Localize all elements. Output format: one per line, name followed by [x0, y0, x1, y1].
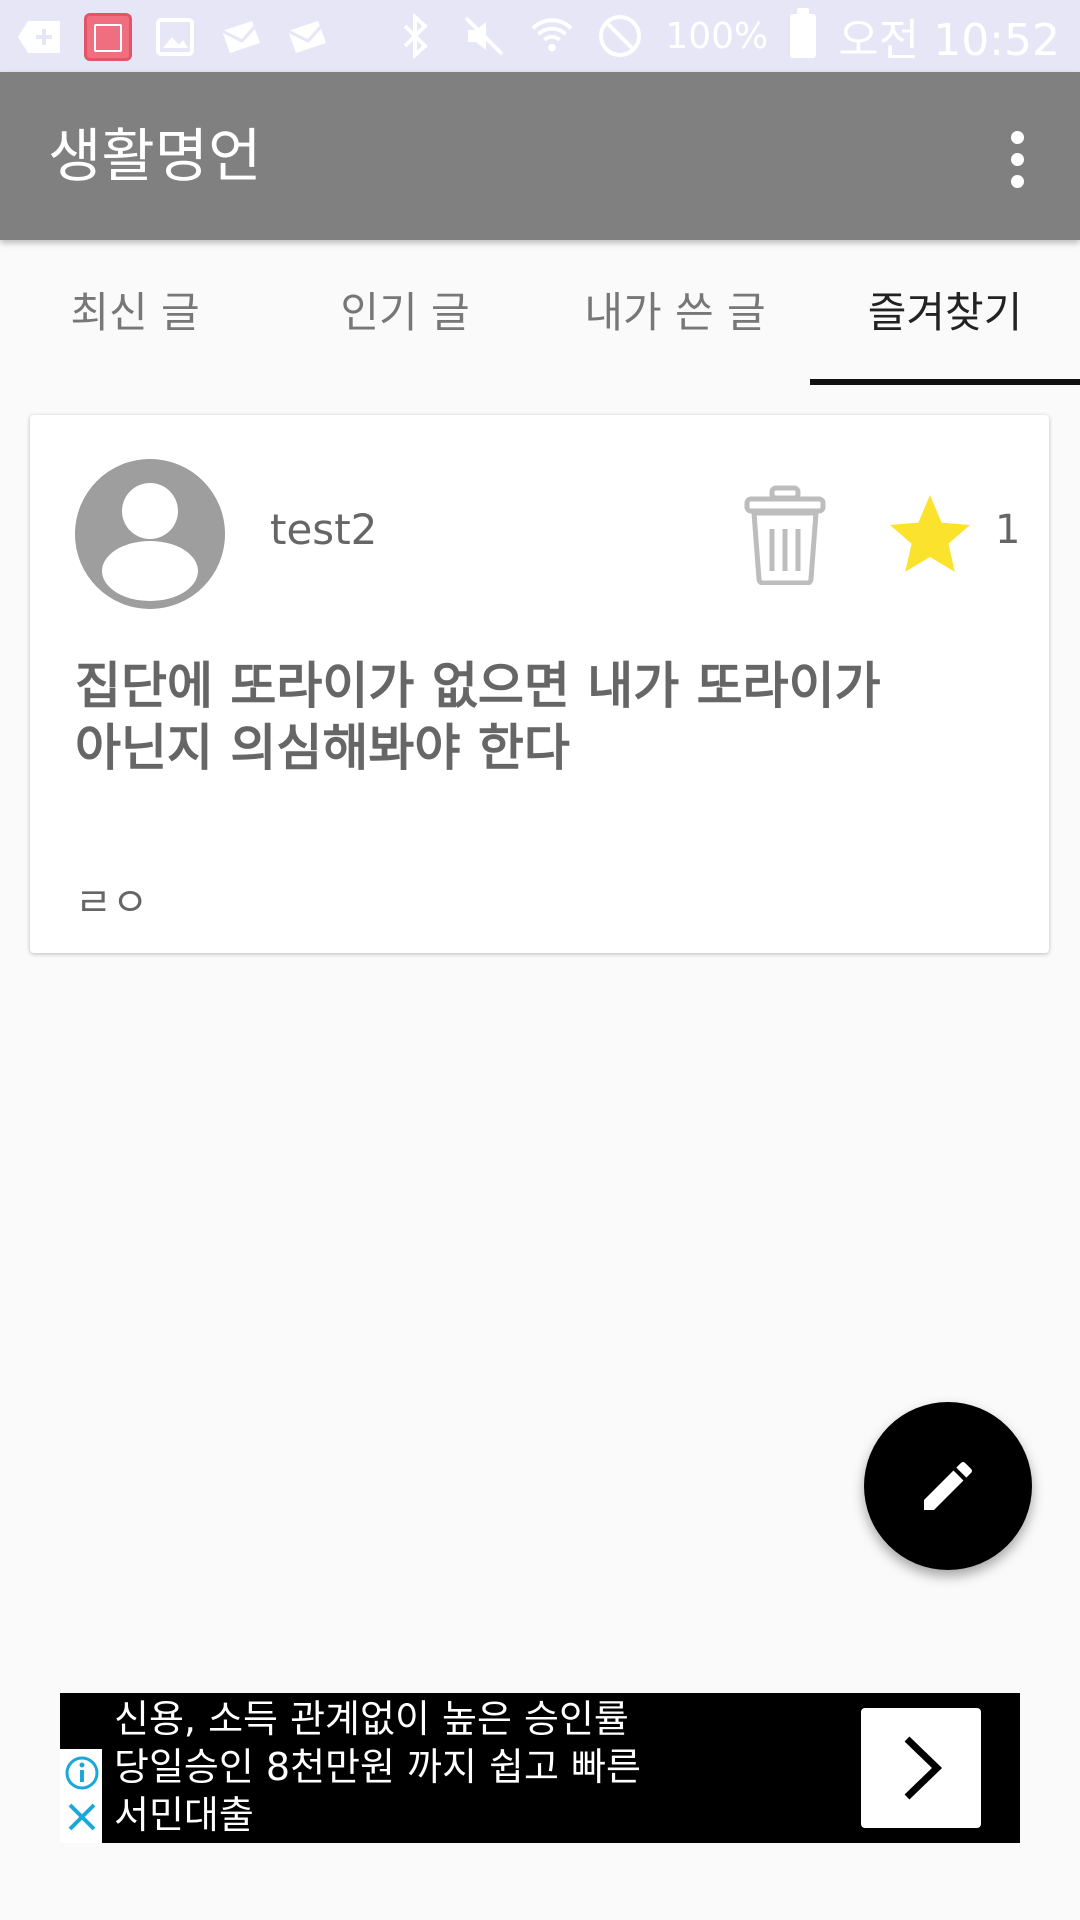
favorite-count: 1 — [995, 507, 1021, 553]
close-icon[interactable] — [66, 1801, 98, 1837]
quote-line-2: 아닌지 의심해봐야 한다 — [75, 719, 570, 777]
info-icon[interactable] — [64, 1755, 100, 1795]
ad-line-2: 당일승인 8천만원 까지 쉽고 빠른 — [114, 1745, 641, 1789]
ad-choices — [60, 1749, 102, 1843]
tab-latest[interactable]: 최신 글 — [0, 240, 270, 385]
wifi-icon — [529, 13, 575, 59]
system-icons: 100% 오전 10:52 — [393, 0, 1060, 72]
tab-bar: 최신 글 인기 글 내가 쓴 글 즐겨찾기 — [0, 240, 1080, 385]
notification-icons — [18, 12, 330, 62]
edit-icon — [924, 1461, 972, 1510]
chevron-right-icon — [904, 1736, 943, 1800]
battery-percent: 100% — [665, 15, 769, 57]
more-vert-icon[interactable] — [982, 124, 1052, 194]
battery-icon — [790, 8, 817, 58]
app-title: 생활명언 — [48, 122, 262, 190]
author-name: test2 — [270, 505, 378, 554]
do-not-disturb-icon — [597, 13, 643, 59]
write-post-button[interactable] — [864, 1402, 1032, 1570]
bluetooth-icon — [393, 13, 439, 59]
star-icon[interactable] — [882, 487, 978, 583]
ad-open-button[interactable] — [861, 1708, 981, 1828]
mail-heart-icon — [284, 14, 330, 60]
quote-text: 집단에 또라이가 없으면 내가 또라이가 아닌지 의심해봐야 한다 — [75, 655, 975, 779]
ad-line-3: 서민대출 — [114, 1793, 254, 1837]
add-icon — [18, 14, 64, 60]
quote-line-1: 집단에 또라이가 없으면 내가 또라이가 — [75, 657, 881, 715]
status-bar: 100% 오전 10:52 — [0, 0, 1080, 72]
mail-heart-icon — [218, 14, 264, 60]
tab-popular[interactable]: 인기 글 — [270, 240, 540, 385]
post-card[interactable]: test2 1 집단에 또라이가 없으면 내가 또라이가 아닌지 의심해봐야 한… — [30, 415, 1049, 953]
app-bar: 생활명언 — [0, 72, 1080, 240]
trash-icon[interactable] — [742, 485, 828, 586]
tab-favorites[interactable]: 즐겨찾기 — [810, 240, 1080, 385]
tab-my-posts[interactable]: 내가 쓴 글 — [540, 240, 810, 385]
wise-saying-app-icon — [84, 13, 132, 61]
clock: 오전 10:52 — [838, 15, 1060, 66]
ad-line-1: 신용, 소득 관계없이 높은 승인률 — [114, 1697, 629, 1741]
mute-icon — [461, 13, 507, 59]
ad-text: 신용, 소득 관계없이 높은 승인률 당일승인 8천만원 까지 쉽고 빠른 서민… — [114, 1695, 734, 1839]
ad-banner[interactable]: 신용, 소득 관계없이 높은 승인률 당일승인 8천만원 까지 쉽고 빠른 서민… — [60, 1693, 1020, 1843]
avatar-icon[interactable] — [75, 459, 225, 609]
image-icon — [152, 14, 198, 60]
post-comment: ㄹㅇ — [75, 880, 149, 926]
